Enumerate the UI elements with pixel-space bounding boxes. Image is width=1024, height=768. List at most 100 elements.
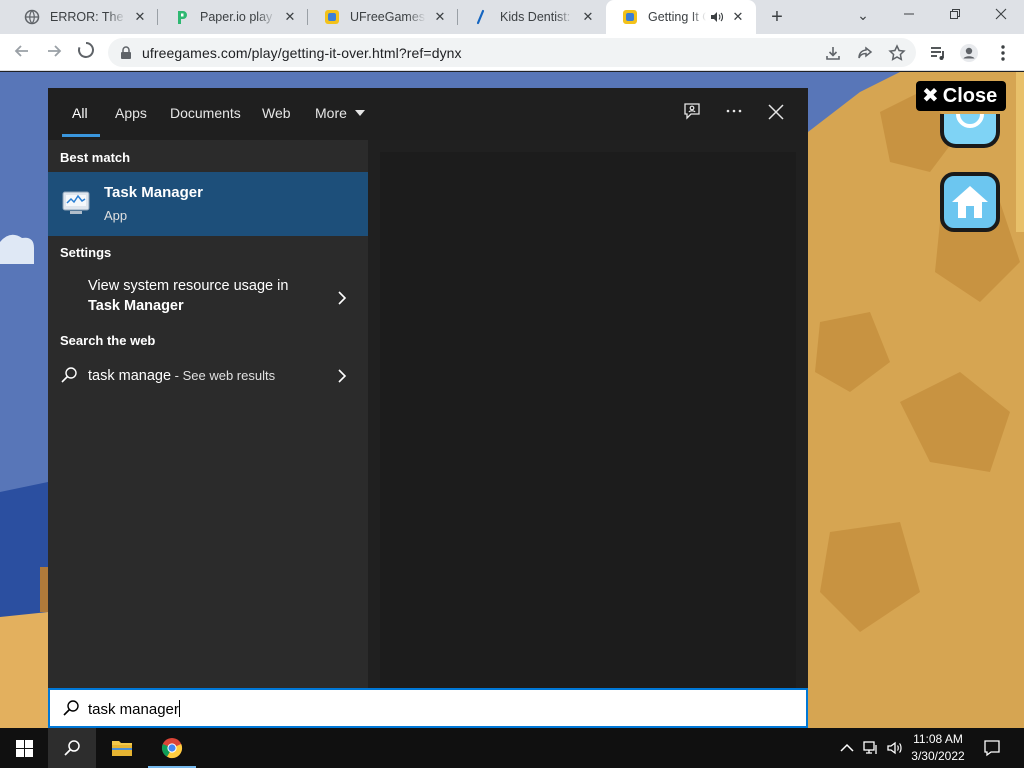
folder-icon	[112, 741, 132, 756]
chevron-right-icon[interactable]	[336, 366, 348, 386]
tab-search-icon[interactable]: ⌄	[840, 0, 886, 32]
profile-avatar-icon[interactable]	[959, 43, 979, 63]
close-game-label: Close	[942, 85, 998, 107]
best-match-task-manager[interactable]: Task Manager App	[48, 172, 368, 236]
tab-strip: ERROR: The request could not be satisfie…	[0, 0, 1024, 34]
preview-area	[380, 152, 796, 688]
restart-game-button[interactable]	[940, 113, 1000, 148]
tab-close-icon[interactable]: ✕	[580, 9, 596, 25]
notifications-icon[interactable]	[983, 739, 1001, 757]
more-options-icon	[726, 109, 742, 113]
install-app-icon[interactable]	[824, 44, 842, 62]
chevron-right-icon[interactable]	[336, 288, 348, 308]
clock-time: 11:08 AM	[913, 732, 963, 746]
tab-close-icon[interactable]: ✕	[282, 9, 298, 25]
restart-icon	[956, 113, 984, 128]
volume-icon[interactable]	[886, 739, 904, 757]
options-button[interactable]	[722, 102, 746, 126]
windows-taskbar: 11:08 AM 3/30/2022	[0, 728, 1024, 768]
tab-title: ERROR: The request could not be satisfie…	[50, 10, 126, 24]
web-search-result[interactable]: task manage - See web results	[48, 354, 368, 398]
browser-toolbar: ufreegames.com/play/getting-it-over.html…	[0, 34, 1024, 71]
tab-kids-dentist[interactable]: Kids Dentist: Dentist Games ✕	[458, 0, 606, 34]
minimize-button[interactable]	[886, 0, 932, 32]
clock-date: 3/30/2022	[911, 749, 965, 763]
home-game-button[interactable]	[940, 172, 1000, 232]
chevron-up-icon[interactable]	[838, 739, 856, 757]
tab-paperio[interactable]: Paper.io play online ✕	[158, 0, 308, 34]
feedback-button[interactable]	[680, 102, 704, 126]
tab-error[interactable]: ERROR: The request could not be satisfie…	[8, 0, 158, 34]
best-match-name: Task Manager	[104, 184, 203, 201]
tab-getting-it-over[interactable]: Getting It Over ✕	[606, 0, 756, 34]
settings-result-line2: Task Manager	[88, 298, 184, 314]
media-control-icon[interactable]	[928, 43, 948, 63]
kids-dentist-icon	[476, 9, 485, 25]
ufreegames-icon	[325, 10, 339, 24]
settings-result-line1: View system resource usage in	[88, 278, 289, 294]
home-icon	[952, 186, 988, 218]
search-icon	[64, 740, 80, 756]
restore-button[interactable]	[932, 0, 978, 32]
chrome-taskbar-button[interactable]	[148, 728, 196, 768]
share-icon[interactable]	[856, 44, 874, 62]
text-cursor	[178, 700, 180, 717]
taskbar-search-button[interactable]	[48, 728, 96, 768]
close-icon	[995, 8, 1007, 20]
tab-ufreegames[interactable]: UFreeGames - Free Games ✕	[308, 0, 458, 34]
ufreegames-icon	[623, 10, 637, 24]
close-search-button[interactable]	[764, 102, 788, 126]
audio-playing-icon[interactable]	[710, 10, 724, 24]
tab-title: Paper.io play online	[200, 10, 276, 24]
windows-logo-icon	[16, 740, 33, 757]
file-explorer-button[interactable]	[98, 728, 146, 768]
forward-button[interactable]	[41, 40, 67, 66]
search-icon	[61, 367, 77, 383]
lock-icon[interactable]	[120, 46, 132, 60]
start-button[interactable]	[0, 728, 48, 768]
tab-close-icon[interactable]: ✕	[730, 9, 746, 25]
minimize-icon	[904, 13, 914, 15]
search-icon	[63, 700, 79, 716]
address-bar[interactable]: ufreegames.com/play/getting-it-over.html…	[108, 38, 916, 67]
active-tab-indicator	[62, 134, 100, 137]
search-query-value: task manager	[88, 701, 179, 718]
loading-spinner-icon	[78, 42, 94, 58]
search-results-list: Best match Task Manager App Settings Vie…	[48, 140, 368, 688]
tab-more[interactable]: More	[315, 105, 365, 121]
network-icon[interactable]	[862, 739, 880, 757]
tab-close-icon[interactable]: ✕	[432, 9, 448, 25]
search-query-text[interactable]: task manager	[88, 700, 180, 718]
search-filter-bar: All Apps Documents Web More	[48, 88, 808, 140]
kebab-menu-icon[interactable]	[993, 43, 1013, 63]
new-tab-button[interactable]: +	[766, 6, 788, 28]
tab-title: Getting It Over	[648, 10, 706, 24]
system-clock[interactable]: 11:08 AM 3/30/2022	[906, 731, 970, 765]
arrow-left-icon	[14, 45, 28, 57]
tab-web[interactable]: Web	[262, 105, 291, 121]
tab-apps[interactable]: Apps	[115, 105, 147, 121]
tab-documents[interactable]: Documents	[170, 105, 241, 121]
settings-result-item[interactable]: View system resource usage in Task Manag…	[48, 266, 368, 318]
task-manager-icon	[62, 191, 90, 214]
close-game-button[interactable]: ✖ Close	[916, 81, 1006, 111]
tab-title: UFreeGames - Free Games	[350, 10, 426, 24]
tab-title: Kids Dentist: Dentist Games	[500, 10, 574, 24]
web-result-suffix: - See web results	[171, 368, 276, 383]
tab-close-icon[interactable]: ✕	[132, 9, 148, 25]
stop-loading-button[interactable]	[73, 40, 99, 66]
back-button[interactable]	[9, 40, 35, 66]
bookmark-star-icon[interactable]	[888, 44, 906, 62]
web-result-query: task manage	[88, 368, 172, 384]
close-window-button[interactable]	[978, 0, 1024, 32]
arrow-right-icon	[48, 45, 62, 57]
caret-down-icon	[354, 110, 365, 116]
url-text[interactable]: ufreegames.com/play/getting-it-over.html…	[142, 45, 462, 61]
feedback-icon	[684, 103, 700, 120]
web-result-text: task manage - See web results	[88, 366, 275, 386]
paperio-icon	[178, 11, 187, 24]
tab-all[interactable]: All	[72, 105, 88, 121]
restore-icon	[950, 9, 960, 19]
taskbar-search-input[interactable]: task manager	[48, 688, 808, 728]
globe-icon	[24, 9, 40, 25]
